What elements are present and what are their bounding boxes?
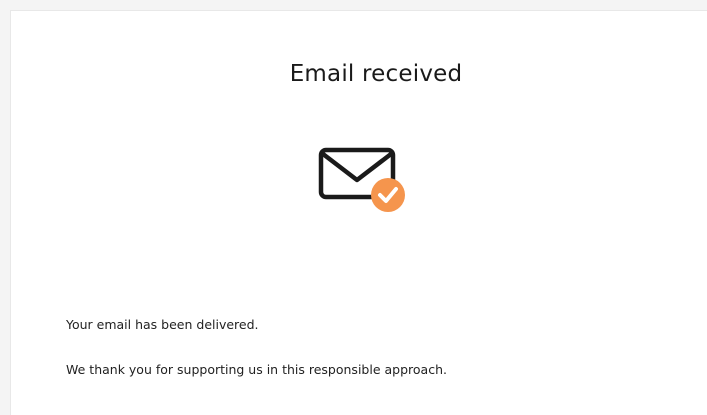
envelope-check-icon (318, 147, 405, 212)
page-title: Email received (289, 61, 463, 87)
thank-you-message: We thank you for supporting us in this r… (66, 362, 447, 377)
delivered-message: Your email has been delivered. (66, 317, 259, 332)
confirmation-card: Email received Your email has been deliv… (10, 10, 707, 415)
